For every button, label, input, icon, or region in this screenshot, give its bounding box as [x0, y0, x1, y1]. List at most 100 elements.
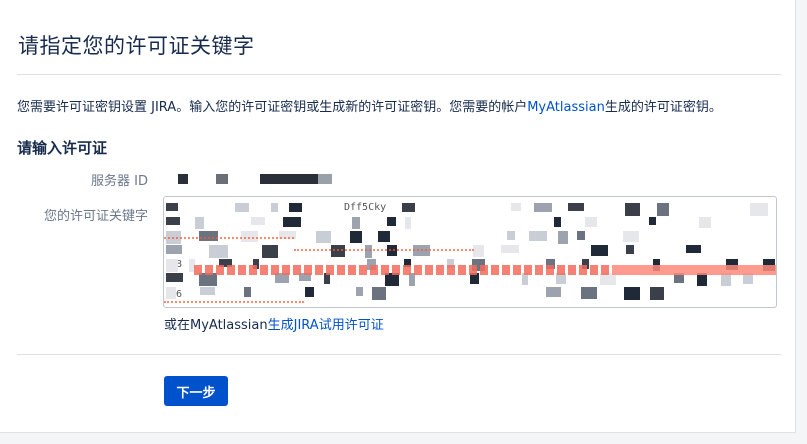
- redaction-block-red: [645, 265, 656, 275]
- redaction-block: [473, 245, 484, 257]
- redaction-block-red: [425, 265, 433, 275]
- redaction-block-red: [359, 265, 367, 275]
- redaction-block: [199, 231, 218, 241]
- server-id-label: 服务器 ID: [91, 174, 148, 189]
- redaction-block-red: [216, 265, 224, 275]
- redaction-block: [529, 231, 547, 241]
- footer-divider: [17, 354, 781, 355]
- redaction-block-red: [194, 265, 202, 275]
- redaction-block-red: [370, 265, 378, 275]
- redaction-block-red: [403, 265, 411, 275]
- redaction-block: [331, 245, 345, 257]
- spellcheck-underline: [294, 249, 474, 251]
- redaction-block-red: [711, 265, 722, 275]
- header-divider: [17, 74, 781, 75]
- generate-trial-link[interactable]: 生成JIRA试用许可证: [268, 318, 384, 333]
- redaction-block: [626, 245, 634, 254]
- redaction-block-red: [612, 265, 623, 275]
- redaction-block: [316, 231, 331, 243]
- redaction-block-red: [436, 265, 444, 275]
- redaction-block: [166, 217, 180, 225]
- redaction-block-red: [392, 265, 400, 275]
- redaction-block: [650, 287, 664, 300]
- redaction-block-red: [282, 265, 290, 275]
- description-text-end: 生成的许可证密钥。: [604, 100, 722, 115]
- redaction-block-red: [535, 265, 543, 275]
- page-title: 请指定您的许可证关键字: [18, 34, 255, 58]
- redaction-block-red: [447, 265, 455, 275]
- redaction-block: [372, 287, 386, 300]
- redaction-block: [209, 245, 228, 258]
- redaction-block-red: [623, 265, 634, 275]
- redaction-block: [623, 231, 639, 242]
- redaction-block: [546, 287, 561, 297]
- redaction-block: [352, 217, 360, 229]
- redaction-block: [195, 217, 204, 229]
- redaction-block: [365, 245, 372, 258]
- myatlassian-link[interactable]: MyAtlassian: [527, 100, 605, 115]
- redaction-block: [378, 231, 390, 242]
- spellcheck-underline: [164, 237, 294, 239]
- description: 您需要许可证密钥设置 JIRA。输入您的许可证密钥或生成新的许可证密钥。您需要的…: [17, 96, 722, 115]
- redaction-block-red: [656, 265, 667, 275]
- redaction-block: [402, 203, 415, 212]
- redaction-block: [166, 273, 183, 282]
- trial-prefix: 或在MyAtlassian: [164, 318, 268, 333]
- redaction-block: [289, 203, 302, 212]
- redaction-block: [686, 245, 701, 253]
- redaction-block-red: [469, 265, 477, 275]
- redaction-block-red: [590, 265, 598, 275]
- setup-card: 请指定您的许可证关键字 您需要许可证密钥设置 JIRA。输入您的许可证密钥或生成…: [0, 0, 796, 433]
- redaction-block: [558, 231, 568, 244]
- redaction-block-red: [524, 265, 532, 275]
- next-button[interactable]: 下一步: [164, 376, 228, 406]
- spellcheck-underline: [164, 301, 304, 303]
- redaction-block-red: [249, 265, 257, 275]
- redaction-block: [251, 217, 265, 225]
- redaction-block: [534, 203, 552, 212]
- redaction-block: [166, 203, 178, 211]
- license-key-textarea[interactable]: Dff5Cky t8 3c x6: [163, 196, 777, 308]
- redaction-block: [501, 245, 519, 253]
- redaction-block-red: [260, 265, 268, 275]
- redaction-block: [649, 217, 656, 225]
- redaction-block-red: [458, 265, 466, 275]
- redaction-block: [200, 287, 215, 295]
- redaction-block-red: [414, 265, 422, 275]
- redaction-block-red: [326, 265, 334, 275]
- redaction-block: [577, 231, 585, 240]
- redaction-block-red: [579, 265, 587, 275]
- redaction-block-red: [348, 265, 356, 275]
- redaction-block-red: [205, 265, 213, 275]
- redaction-block: [585, 217, 597, 227]
- redaction-block-red: [601, 265, 609, 275]
- redaction-block-red: [755, 265, 766, 275]
- redaction-block: [657, 203, 669, 216]
- redaction-block-red: [381, 265, 389, 275]
- redaction-block-red: [502, 265, 510, 275]
- redaction-block-red: [689, 265, 700, 275]
- license-key-label: 您的许可证关键字: [43, 209, 148, 224]
- redaction-block: [625, 203, 640, 216]
- redaction-block: [166, 259, 178, 272]
- redaction-block-red: [293, 265, 301, 275]
- redaction-block: [235, 203, 249, 212]
- redaction-block-red: [766, 265, 776, 275]
- redaction-block: [244, 287, 251, 297]
- redaction-block-red: [513, 265, 521, 275]
- redaction-block: [166, 245, 182, 254]
- redaction-block: [262, 245, 278, 258]
- redaction-block-red: [304, 265, 312, 275]
- redaction-block: [568, 203, 584, 211]
- section-heading: 请输入许可证: [17, 139, 108, 157]
- redaction-block-red: [491, 265, 499, 275]
- redaction-block: [750, 203, 768, 216]
- redaction-block: [624, 287, 640, 300]
- redaction-block-red: [238, 265, 246, 275]
- redaction-block-red: [480, 265, 488, 275]
- redaction-block: [405, 217, 411, 229]
- redaction-block-red: [733, 265, 744, 275]
- redaction-block: [305, 287, 314, 297]
- redaction-block: [387, 217, 396, 226]
- redaction-block-red: [568, 265, 576, 275]
